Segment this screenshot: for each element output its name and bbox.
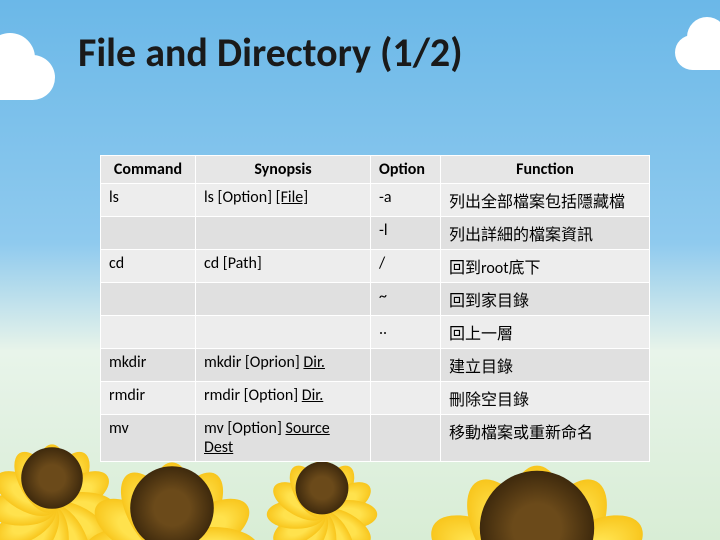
cloud-decor — [0, 55, 55, 100]
table-row: rmdirrmdir [Option] Dir. 刪除空目錄 — [101, 382, 650, 415]
cell-command: mv — [101, 415, 196, 462]
cell-function: 刪除空目錄 — [441, 382, 650, 415]
header-command: Command — [101, 156, 196, 184]
cell-synopsis: mkdir [Oprion] Dir. — [196, 349, 371, 382]
table-row: -l列出詳細的檔案資訊 — [101, 217, 650, 250]
cell-function: 移動檔案或重新命名 — [441, 415, 650, 462]
cell-function: 列出全部檔案包括隱藏檔 — [441, 184, 650, 217]
table-row: lsls [Option] [File]-a列出全部檔案包括隱藏檔 — [101, 184, 650, 217]
cell-command — [101, 217, 196, 250]
sunflower-decor — [130, 466, 214, 540]
cell-function: 回到家目錄 — [441, 283, 650, 316]
cell-function: 回到root底下 — [441, 250, 650, 283]
cell-command — [101, 316, 196, 349]
table-row: mkdirmkdir [Oprion] Dir. 建立目錄 — [101, 349, 650, 382]
command-table: Command Synopsis Option Function lsls [O… — [100, 155, 650, 462]
header-option: Option — [371, 156, 441, 184]
table-row: cdcd [Path]/回到root底下 — [101, 250, 650, 283]
header-function: Function — [441, 156, 650, 184]
table-row: ~回到家目錄 — [101, 283, 650, 316]
sunflower-decor — [480, 471, 594, 540]
table-row: ..回上一層 — [101, 316, 650, 349]
cell-option: -l — [371, 217, 441, 250]
cell-option — [371, 415, 441, 462]
cell-option — [371, 382, 441, 415]
cell-synopsis — [196, 283, 371, 316]
cell-option: -a — [371, 184, 441, 217]
table-row: mvmv [Option] Source Dest 移動檔案或重新命名 — [101, 415, 650, 462]
cell-synopsis: ls [Option] [File] — [196, 184, 371, 217]
cell-command: mkdir — [101, 349, 196, 382]
cell-synopsis — [196, 217, 371, 250]
cell-command: cd — [101, 250, 196, 283]
cell-option — [371, 349, 441, 382]
cell-command — [101, 283, 196, 316]
page-title: File and Directory (1/2) — [78, 28, 463, 77]
cell-function: 列出詳細的檔案資訊 — [441, 217, 650, 250]
sunflower-decor — [296, 462, 349, 515]
cell-command: rmdir — [101, 382, 196, 415]
header-synopsis: Synopsis — [196, 156, 371, 184]
cell-function: 建立目錄 — [441, 349, 650, 382]
cell-option: ~ — [371, 283, 441, 316]
cell-synopsis: cd [Path] — [196, 250, 371, 283]
cell-command: ls — [101, 184, 196, 217]
cell-option: / — [371, 250, 441, 283]
cloud-decor — [675, 35, 720, 70]
cell-function: 回上一層 — [441, 316, 650, 349]
cell-option: .. — [371, 316, 441, 349]
cell-synopsis — [196, 316, 371, 349]
cell-synopsis: mv [Option] Source Dest — [196, 415, 371, 462]
sunflower-decor — [21, 447, 83, 509]
cell-synopsis: rmdir [Option] Dir. — [196, 382, 371, 415]
